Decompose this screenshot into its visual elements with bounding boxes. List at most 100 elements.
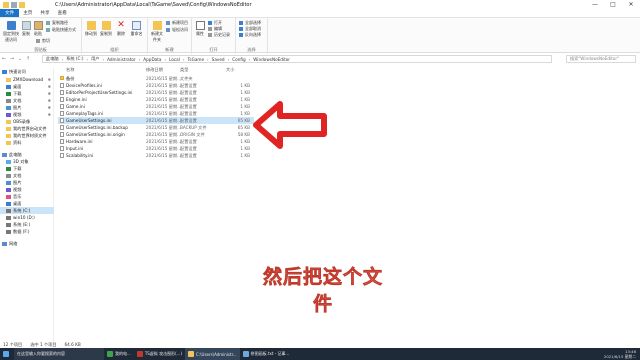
paste-button[interactable]: 粘贴 — [32, 21, 44, 37]
history-button[interactable]: 历史记录 — [208, 32, 230, 38]
sidebar-item[interactable]: 音乐 — [0, 193, 54, 200]
sidebar-item[interactable]: 3D 对象 — [0, 158, 54, 165]
column-header-type[interactable]: 类型 — [180, 67, 188, 73]
breadcrumb-item[interactable]: TsGame — [188, 57, 205, 62]
cut-button[interactable]: 剪切 — [36, 38, 50, 44]
sidebar-item[interactable]: 文档 — [0, 172, 54, 179]
sidebar-item[interactable]: 系统 (E:) — [0, 221, 54, 228]
system-clock[interactable]: 13:46 2021/6/15 星期二 — [604, 348, 636, 360]
sidebar-item[interactable]: 下载 — [0, 165, 54, 172]
sidebar-item[interactable]: 此电脑 — [0, 151, 54, 158]
file-row[interactable]: GameUserSettings.ini.backup 2021/6/15 星期.… — [58, 124, 254, 131]
sidebar-item[interactable]: OBS录像 — [0, 118, 54, 125]
breadcrumb-chevron-icon[interactable]: › — [139, 57, 141, 62]
maximize-button[interactable]: □ — [604, 0, 622, 9]
breadcrumb-chevron-icon[interactable]: › — [249, 57, 251, 62]
column-header-date[interactable]: 修改日期 — [146, 67, 163, 73]
start-button[interactable] — [0, 348, 14, 360]
breadcrumb-chevron-icon[interactable]: › — [87, 57, 89, 62]
file-icon — [60, 153, 64, 158]
breadcrumb-chevron-icon[interactable]: › — [228, 57, 230, 62]
close-button[interactable]: ✕ — [622, 0, 640, 9]
minimize-button[interactable]: — — [586, 0, 604, 9]
file-row[interactable]: GameplayTags.ini 2021/6/15 星期... 配置设置 1 KB — [58, 110, 254, 117]
sidebar-item[interactable]: win10 (D:) — [0, 214, 54, 221]
paste-shortcut-button[interactable]: 粘贴快捷方式 — [46, 27, 76, 33]
invert-selection-button[interactable]: 反向选择 — [239, 32, 261, 38]
sidebar-item[interactable]: 下载 ✱ — [0, 90, 54, 97]
tab-share[interactable]: 共享 — [36, 9, 53, 17]
file-row[interactable]: GameUserSettings.ini.origin 2021/6/15 星期.… — [58, 131, 254, 138]
breadcrumb-item[interactable]: Saved — [212, 57, 225, 62]
file-row[interactable]: Scalability.ini 2021/6/15 星期... 配置设置 1 KB — [58, 152, 254, 159]
sidebar-item[interactable]: 桌面 — [0, 200, 54, 207]
breadcrumb-chevron-icon[interactable]: › — [164, 57, 166, 62]
sidebar-item[interactable]: 资料 — [0, 139, 54, 146]
sidebar-item[interactable]: 我的世界启动文件 — [0, 125, 54, 132]
breadcrumb-item[interactable]: 用户 — [91, 56, 99, 62]
breadcrumb-item[interactable]: 此电脑 — [46, 56, 59, 62]
new-folder-icon[interactable] — [19, 1, 25, 8]
breadcrumb-chevron-icon[interactable]: › — [207, 57, 209, 62]
easy-access-button[interactable]: 轻松访问 — [166, 27, 188, 33]
file-row[interactable]: Engine.ini 2021/6/15 星期... 配置设置 1 KB — [58, 96, 254, 103]
breadcrumb-item[interactable]: WindowsNoEditor — [253, 57, 290, 62]
breadcrumb-item[interactable]: Administrator — [107, 57, 136, 62]
move-to-button[interactable]: 移动到 — [84, 21, 98, 37]
new-item-button[interactable]: 新建项目 — [166, 20, 188, 26]
column-header-name[interactable]: 名称 — [66, 67, 74, 73]
tab-view[interactable]: 查看 — [54, 9, 71, 17]
copy-button[interactable]: 复制 — [20, 21, 32, 37]
tab-home[interactable]: 主页 — [19, 9, 36, 17]
pin-quick-access-button[interactable]: 固定到快速访问 — [2, 21, 20, 43]
sidebar-item[interactable]: 网络 — [0, 240, 54, 247]
breadcrumb-chevron-icon[interactable]: › — [183, 57, 185, 62]
file-row[interactable]: Game.ini 2021/6/15 星期... 配置设置 1 KB — [58, 103, 254, 110]
file-row[interactable]: Hardware.ini 2021/6/15 星期... 配置设置 1 KB — [58, 138, 254, 145]
copy-path-button[interactable]: 复制路径 — [46, 20, 68, 26]
file-row[interactable]: GameUserSettings.ini 2021/6/15 星期... 配置设置 6… — [58, 117, 254, 124]
paste-icon — [33, 21, 43, 30]
breadcrumb-chevron-icon[interactable]: › — [103, 57, 105, 62]
sidebar-item[interactable]: ZMXDownload ✱ — [0, 76, 54, 83]
search-input[interactable]: 搜索"WindowsNoEditor" — [566, 55, 636, 63]
sidebar-item[interactable]: 图片 — [0, 179, 54, 186]
properties-button[interactable]: 属性 — [194, 21, 206, 37]
taskbar-search[interactable]: 在这里输入你要搜索的内容 — [14, 348, 104, 360]
column-header-size[interactable]: 大小 — [226, 67, 234, 73]
sidebar-item[interactable]: 我的世界材质文件 — [0, 132, 54, 139]
taskbar-app-explorer[interactable]: C:\Users\Administr... — [185, 348, 240, 360]
taskbar-app-1[interactable]: 我的电... — [104, 348, 134, 360]
sidebar-item[interactable]: 文档 ✱ — [0, 97, 54, 104]
breadcrumb-chevron-icon[interactable]: › — [62, 57, 64, 62]
file-row[interactable]: DeviceProfiles.ini 2021/6/15 星期... 配置设置 1 K… — [58, 82, 254, 89]
back-arrow-icon[interactable]: ← — [0, 56, 8, 62]
copy-to-button[interactable]: 复制到 — [99, 21, 113, 37]
taskbar-app-2[interactable]: TS虚拟 攻击图形(...) — [134, 348, 185, 360]
sidebar-item[interactable]: 桌面 ✱ — [0, 83, 54, 90]
up-arrow-icon[interactable]: ↑ — [24, 56, 32, 62]
breadcrumb-item[interactable]: Local — [169, 57, 180, 62]
sidebar-item[interactable]: 视频 — [0, 186, 54, 193]
file-row[interactable]: Input.ini 2021/6/15 星期... 配置设置 1 KB — [58, 145, 254, 152]
sidebar-item[interactable]: 系统 (C:) — [0, 207, 54, 214]
properties-icon[interactable] — [11, 1, 17, 8]
sidebar-item[interactable]: 快速访问 — [0, 68, 54, 75]
file-row[interactable]: 备份 2021/6/15 星期... 文件夹 — [58, 75, 254, 82]
sidebar-item[interactable]: 数据 (F:) — [0, 228, 54, 235]
taskbar-app-notepad[interactable]: 拼图画板.txt - 记事... — [240, 348, 293, 360]
rename-button[interactable]: 重命名 — [129, 21, 144, 37]
file-row[interactable]: EditorPerProjectUserSettings.ini 2021/6/1… — [58, 89, 254, 96]
address-bar[interactable]: 此电脑 › 系统 (C:) › 用户 › Administrator › AppData › Loc… — [42, 55, 552, 63]
recent-chevron-icon[interactable]: ⌄ — [16, 56, 24, 62]
breadcrumb-item[interactable]: 系统 (C:) — [66, 56, 83, 62]
breadcrumb-item[interactable]: AppData — [143, 57, 161, 62]
windows-icon — [3, 351, 9, 357]
sidebar-item[interactable]: 视频 ✱ — [0, 111, 54, 118]
tab-file[interactable]: 文件 — [0, 9, 20, 17]
sidebar-item[interactable]: 图片 ✱ — [0, 104, 54, 111]
delete-button[interactable]: ✕ 删除 — [115, 21, 127, 37]
breadcrumb-item[interactable]: Config — [232, 57, 245, 62]
forward-arrow-icon[interactable]: → — [8, 56, 16, 62]
new-folder-button[interactable]: 新建文件夹 — [150, 21, 164, 43]
